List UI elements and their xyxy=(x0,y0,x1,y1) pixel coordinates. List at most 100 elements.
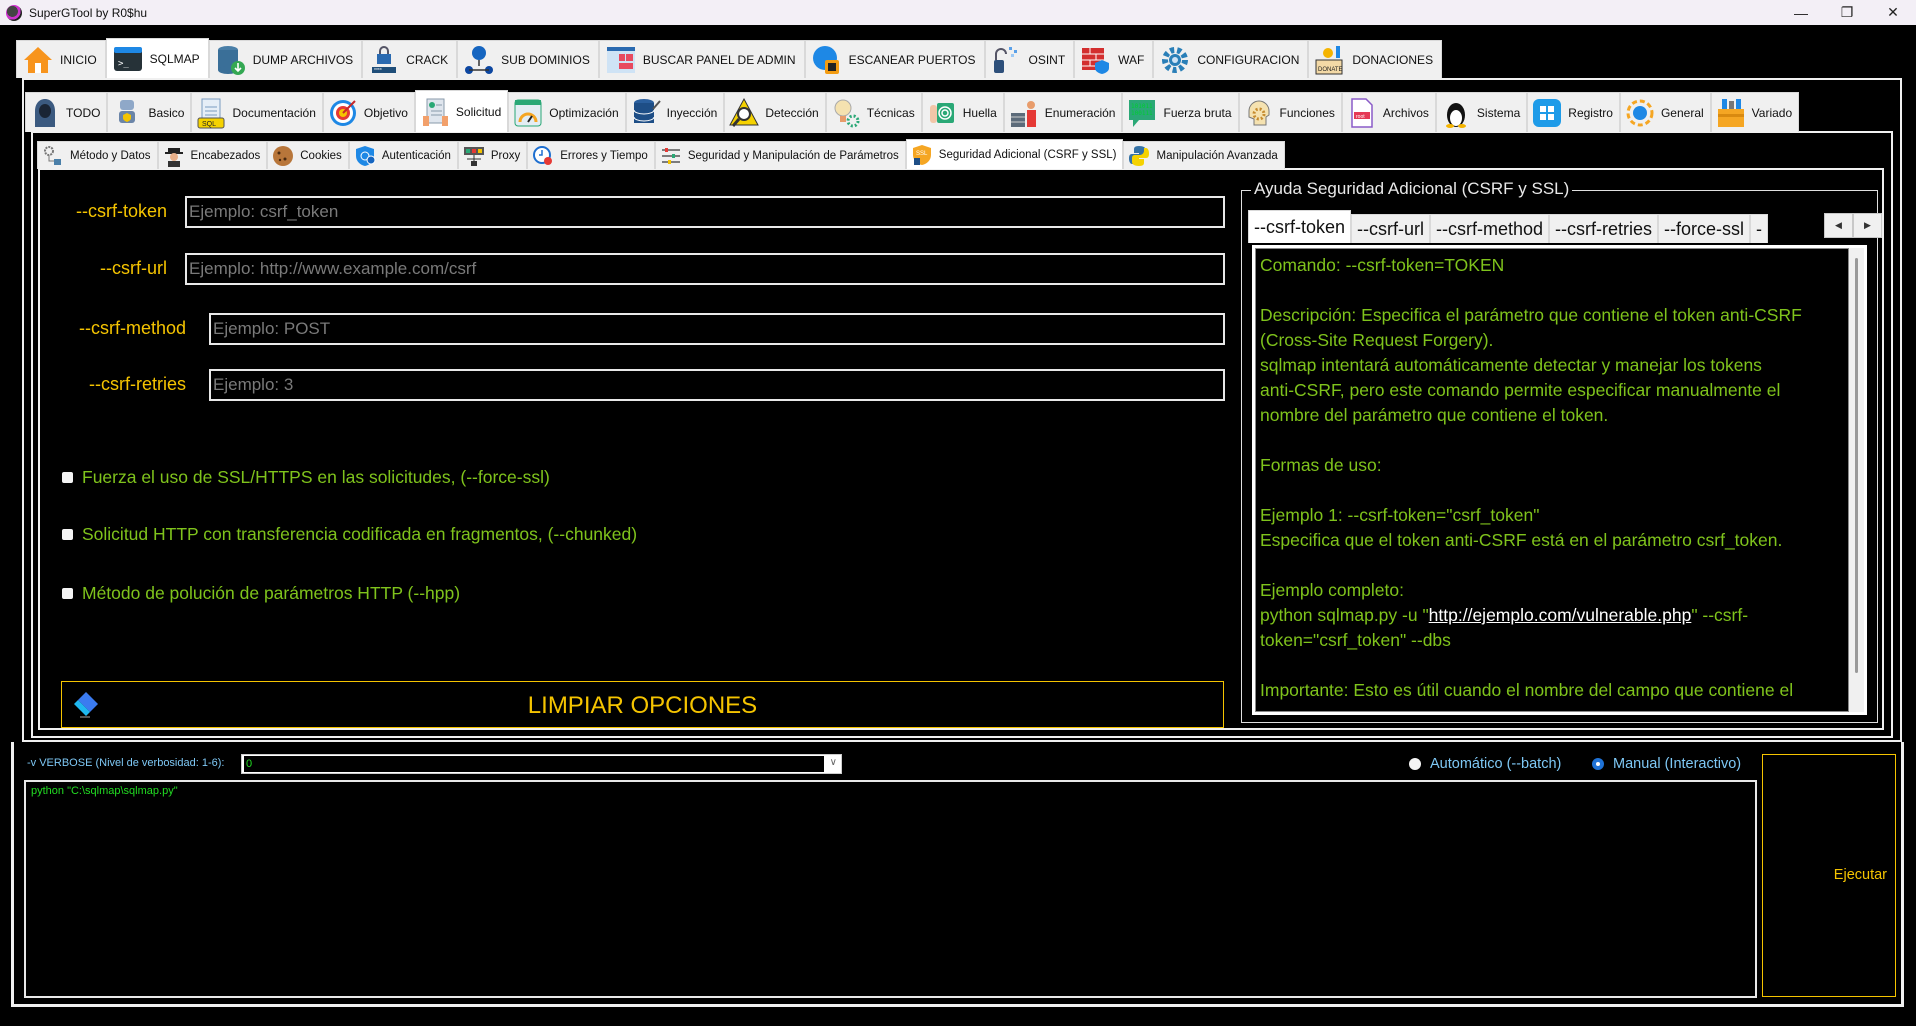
tab-general[interactable]: General xyxy=(1619,92,1711,132)
chunked-checkbox[interactable]: Solicitud HTTP con transferencia codific… xyxy=(62,524,637,545)
tab-label: SQLMAP xyxy=(149,51,200,66)
tab-variado[interactable]: Variado xyxy=(1710,92,1800,132)
request-form-icon xyxy=(422,98,448,126)
radio-dot[interactable] xyxy=(1409,758,1421,770)
clock-error-icon xyxy=(533,145,553,165)
csrf-token-input[interactable] xyxy=(185,196,1225,228)
sliders-icon xyxy=(661,147,680,164)
help-scrollbar[interactable] xyxy=(1849,248,1864,712)
tab-todo[interactable]: TODO xyxy=(25,92,108,132)
tab-configuracion[interactable]: CONFIGURACION xyxy=(1153,40,1309,78)
password-lock-icon: **** xyxy=(372,45,397,74)
windows-icon xyxy=(1533,98,1562,127)
tab-label: Detección xyxy=(765,105,819,120)
csrf-method-input[interactable] xyxy=(209,313,1225,345)
verbose-select[interactable]: 0 ∨ xyxy=(241,754,842,774)
help-tab-csrf-method[interactable]: --csrf-method xyxy=(1430,214,1550,243)
tab-buscar-panel-admin[interactable]: BUSCAR PANEL DE ADMIN xyxy=(598,40,805,78)
tab-solicitud[interactable]: Solicitud xyxy=(414,90,509,132)
scrollbar-thumb[interactable] xyxy=(1855,258,1858,673)
checkbox-box[interactable] xyxy=(62,588,73,599)
tab-label: Encabezados xyxy=(190,149,261,162)
chevron-down-icon[interactable]: ∨ xyxy=(830,757,837,768)
csrf-url-input[interactable] xyxy=(185,253,1225,285)
execute-button[interactable]: Ejecutar xyxy=(1762,754,1896,997)
interactive-mode-radio[interactable]: Manual (Interactivo) xyxy=(1592,756,1741,772)
close-button[interactable]: ✕ xyxy=(1870,0,1916,25)
tab-label: Proxy xyxy=(490,149,521,162)
tab-inyeccion[interactable]: Inyección xyxy=(625,92,725,132)
tab-manipulacion-avanzada[interactable]: Manipulación Avanzada xyxy=(1123,141,1285,169)
tab-sqlmap[interactable]: >_ SQLMAP xyxy=(105,38,209,78)
csrf-token-field[interactable] xyxy=(189,202,1223,222)
help-tab-more[interactable]: - xyxy=(1750,214,1769,243)
tab-basico[interactable]: Basico xyxy=(107,92,192,132)
port-scan-icon xyxy=(812,45,839,74)
database-download-icon xyxy=(217,45,245,75)
tab-dump-archivos[interactable]: DUMP ARCHIVOS xyxy=(208,40,363,78)
tab-objetivo[interactable]: Objetivo xyxy=(322,92,415,132)
csrf-method-field[interactable] xyxy=(213,319,1223,339)
tab-label: Optimización xyxy=(549,105,619,120)
checkbox-box[interactable] xyxy=(62,529,73,540)
hacker-icon xyxy=(35,98,55,127)
tab-scroll-right-button[interactable]: ▶ xyxy=(1853,213,1882,238)
help-tab-force-ssl[interactable]: --force-ssl xyxy=(1658,214,1751,243)
checkbox-box[interactable] xyxy=(62,472,73,483)
minimize-button[interactable]: — xyxy=(1778,0,1824,25)
tab-huella[interactable]: Huella xyxy=(921,92,1004,132)
tab-donaciones[interactable]: DONATE DONACIONES xyxy=(1308,40,1443,78)
tab-seguridad-adicional[interactable]: SSL Seguridad Adicional (CSRF y SSL) xyxy=(905,139,1124,169)
csrf-method-label: --csrf-method xyxy=(78,318,186,338)
tab-label: Variado xyxy=(1751,105,1793,120)
radio-dot-selected[interactable] xyxy=(1592,758,1604,770)
tab-escanear-puertos[interactable]: ESCANEAR PUERTOS xyxy=(804,40,985,78)
tab-optimizacion[interactable]: Optimización xyxy=(508,92,626,132)
tab-registro[interactable]: Registro xyxy=(1527,92,1620,132)
csrf-retries-input[interactable] xyxy=(209,369,1225,401)
tab-funciones[interactable]: Funciones xyxy=(1238,92,1342,132)
tab-autenticacion[interactable]: Autenticación xyxy=(348,141,458,169)
tab-label: Sistema xyxy=(1476,105,1521,120)
tab-sub-dominios[interactable]: SUB DOMINIOS xyxy=(457,40,599,78)
tab-documentacion[interactable]: SQL Documentación xyxy=(191,92,323,132)
help-tab-csrf-url[interactable]: --csrf-url xyxy=(1351,214,1430,243)
clear-options-button[interactable]: LIMPIAR OPCIONES xyxy=(61,681,1224,728)
tab-encabezados[interactable]: Encabezados xyxy=(157,141,268,169)
help-tab-csrf-token[interactable]: --csrf-token xyxy=(1248,210,1352,243)
help-line: Comando: --csrf-token=TOKEN xyxy=(1260,255,1505,275)
tab-inicio[interactable]: INICIO xyxy=(16,40,106,78)
force-ssl-checkbox[interactable]: Fuerza el uso de SSL/HTTPS en las solici… xyxy=(62,467,550,488)
tab-enumeracion[interactable]: Enumeración xyxy=(1003,92,1123,132)
help-tab-csrf-retries[interactable]: --csrf-retries xyxy=(1549,214,1659,243)
tab-label: Basico xyxy=(148,105,185,120)
binary-icon: 101011100111 xyxy=(1129,99,1156,127)
tab-sistema[interactable]: Sistema xyxy=(1435,92,1528,132)
tab-tecnicas[interactable]: Técnicas xyxy=(825,92,922,132)
example-link[interactable]: http://ejemplo.com/vulnerable.php xyxy=(1429,605,1692,625)
tab-cookies[interactable]: Cookies xyxy=(267,141,349,169)
tab-crack[interactable]: **** CRACK xyxy=(362,40,458,78)
hpp-checkbox[interactable]: Método de polución de parámetros HTTP (-… xyxy=(62,583,460,604)
tab-label: Inyección xyxy=(666,105,718,120)
gear-icon xyxy=(1162,46,1189,73)
admin-panel-icon xyxy=(606,46,635,73)
tab-waf[interactable]: WAF xyxy=(1074,40,1154,78)
tab-errores-y-tiempo[interactable]: Errores y Tiempo xyxy=(527,141,655,169)
tab-metodo-y-datos[interactable]: Método y Datos xyxy=(37,141,158,169)
tab-seguridad-manipulacion-parametros[interactable]: Seguridad y Manipulación de Parámetros xyxy=(654,141,906,169)
tab-deteccion[interactable]: Detección xyxy=(724,92,826,132)
tab-label: BUSCAR PANEL DE ADMIN xyxy=(642,52,796,67)
maximize-button[interactable]: ❐ xyxy=(1824,0,1870,25)
tab-fuerza-bruta[interactable]: 101011 100111 Fuerza bruta xyxy=(1122,92,1239,132)
tab-osint[interactable]: OSINT xyxy=(984,40,1075,78)
network-globe-icon xyxy=(465,45,494,74)
tab-scroll-left-button[interactable]: ◀ xyxy=(1824,213,1853,238)
tab-proxy[interactable]: Proxy xyxy=(457,141,528,169)
csrf-url-field[interactable] xyxy=(189,259,1223,279)
help-example-line2: token="csrf_token" --dbs xyxy=(1260,630,1451,650)
tab-archivos[interactable]: root Archivos xyxy=(1341,92,1436,132)
batch-mode-radio[interactable]: Automático (--batch) xyxy=(1409,756,1561,772)
command-console[interactable]: python "C:\sqlmap\sqlmap.py" xyxy=(24,780,1757,998)
csrf-retries-field[interactable] xyxy=(213,375,1223,395)
